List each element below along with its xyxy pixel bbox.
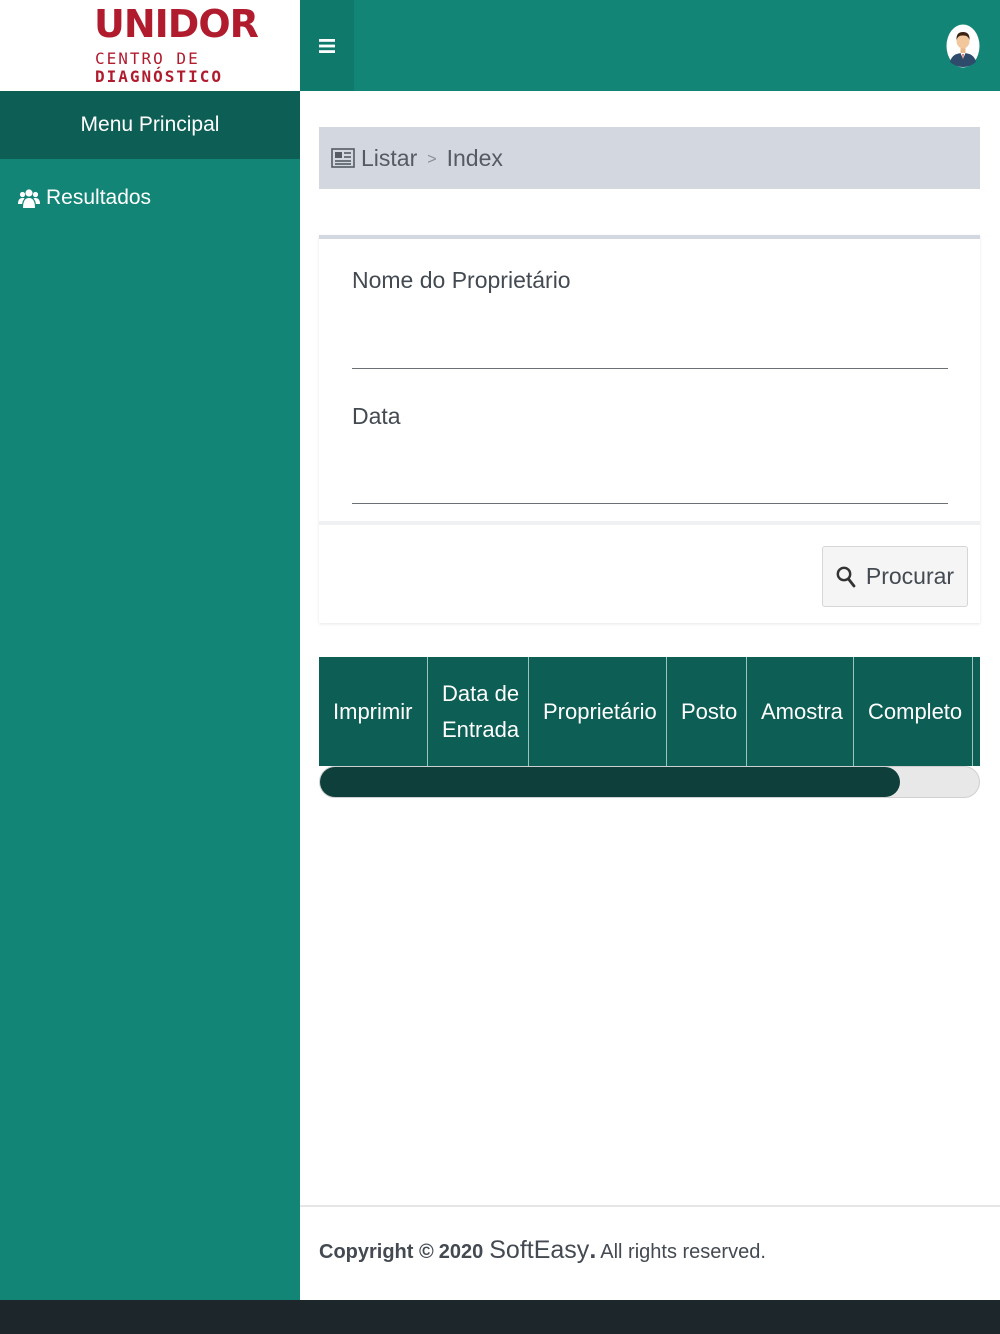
logo-subtitle-line1: CENTRO DE: [95, 49, 200, 68]
column-header-proprietario[interactable]: Proprietário: [529, 657, 667, 766]
footer-divider: [300, 1205, 1000, 1207]
column-header-data-de-entrada[interactable]: Data de Entrada: [428, 657, 529, 766]
menu-toggle-button[interactable]: [300, 0, 354, 91]
owner-name-label: Nome do Proprietário: [352, 267, 571, 293]
breadcrumb: Listar > Index: [319, 127, 980, 189]
search-button[interactable]: Procurar: [822, 546, 968, 607]
breadcrumb-separator: >: [427, 151, 437, 168]
logo-title: UNIDOR: [94, 2, 259, 46]
breadcrumb-item-listar[interactable]: Listar: [361, 145, 417, 172]
results-table: Imprimir Data de Entrada Proprietário Po…: [319, 657, 980, 766]
search-form-card: Nome do Proprietário Data Procurar: [319, 235, 980, 623]
column-header-imprimir[interactable]: Imprimir: [319, 657, 428, 766]
search-icon: [836, 566, 856, 587]
footer-year: 2020: [438, 1241, 484, 1263]
card-divider: [319, 521, 980, 525]
users-icon: [18, 189, 40, 208]
sidebar-item-label: Resultados: [46, 186, 152, 209]
sidebar-header: Menu Principal: [0, 91, 300, 159]
scrollbar-thumb[interactable]: [320, 767, 900, 797]
column-header-amostra[interactable]: Amostra: [747, 657, 854, 766]
footer: Copyright © 2020 SoftEasy. All rights re…: [319, 1236, 766, 1272]
column-header-posto[interactable]: Posto: [667, 657, 747, 766]
horizontal-scrollbar[interactable]: [319, 766, 980, 798]
bottom-bar: [0, 1300, 1000, 1334]
footer-brand-dot: .: [589, 1236, 597, 1264]
top-bar: [300, 0, 1000, 91]
footer-rights: All rights reserved.: [600, 1241, 766, 1263]
date-label: Data: [352, 403, 401, 429]
footer-brand-soft: Soft: [489, 1236, 534, 1264]
list-icon: [331, 148, 355, 168]
logo[interactable]: UNIDOR CENTRO DE DIAGNÓSTICO: [0, 0, 300, 91]
footer-copyright: Copyright ©: [319, 1241, 434, 1263]
footer-brand-easy: Easy: [533, 1236, 590, 1264]
footer-brand: SoftEasy.: [489, 1236, 596, 1265]
owner-name-input[interactable]: [352, 329, 948, 369]
search-button-label: Procurar: [865, 563, 955, 589]
hamburger-icon: [319, 38, 335, 53]
breadcrumb-item-index: Index: [446, 144, 503, 171]
date-input[interactable]: [352, 464, 948, 504]
logo-subtitle-line2: DIAGNÓSTICO: [95, 67, 223, 86]
sidebar: UNIDOR CENTRO DE DIAGNÓSTICO Menu Princi…: [0, 0, 300, 1300]
sidebar-item-resultados[interactable]: Resultados: [18, 182, 151, 214]
user-avatar-icon[interactable]: [946, 24, 980, 68]
column-header-completo[interactable]: Completo: [854, 657, 973, 766]
